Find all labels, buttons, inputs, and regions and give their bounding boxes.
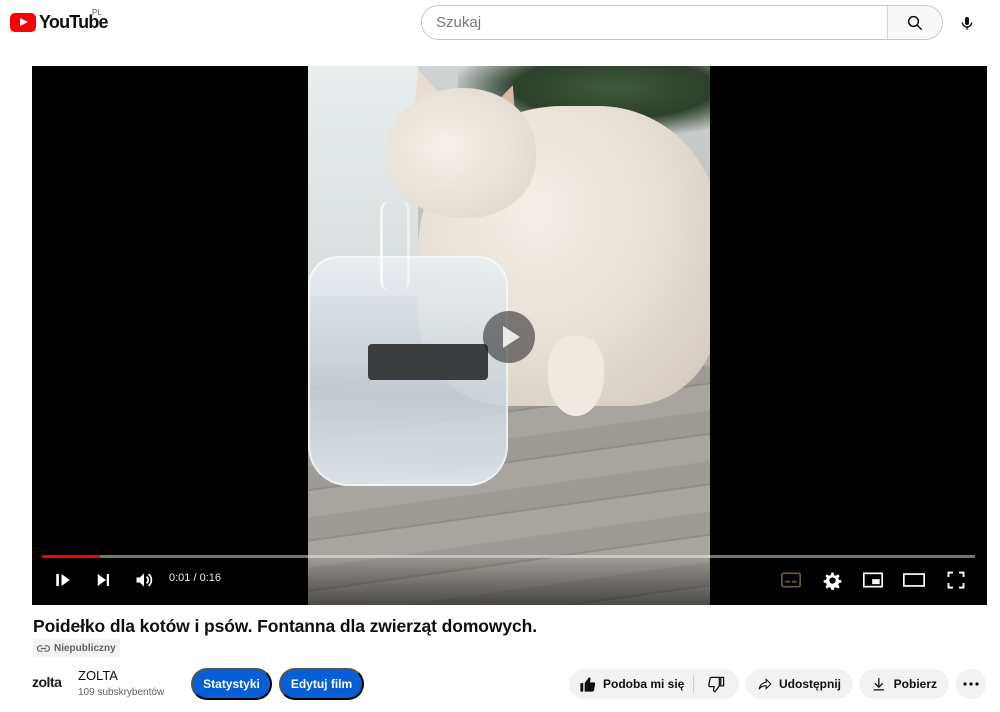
subscriber-count: 109 subskrybentów (78, 687, 165, 698)
subtitles-button[interactable] (776, 565, 806, 595)
visibility-label: Niepubliczny (54, 642, 116, 654)
country-code: PL (92, 8, 102, 17)
time-current: 0:01 (169, 572, 191, 584)
more-horizontal-icon (963, 682, 979, 686)
next-button[interactable] (88, 565, 118, 595)
progress-fill (42, 555, 101, 558)
theater-mode-icon (903, 573, 925, 587)
skip-next-icon (97, 574, 109, 586)
more-actions-button[interactable] (956, 669, 986, 699)
time-display: 0:01 / 0:16 (169, 572, 221, 584)
visibility-badge: Niepubliczny (33, 639, 120, 657)
miniplayer-button[interactable] (858, 565, 888, 595)
statistics-button[interactable]: Statystyki (191, 668, 272, 700)
edit-video-button[interactable]: Edytuj film (279, 668, 364, 700)
subtitles-icon (781, 572, 801, 588)
like-dislike-group: Podoba mi się (569, 669, 739, 699)
gear-icon (823, 572, 841, 590)
dislike-button[interactable] (694, 669, 739, 699)
player-controls: 0:01 / 0:16 (32, 553, 987, 605)
fullscreen-button[interactable] (941, 565, 971, 595)
microphone-icon (961, 17, 973, 30)
like-label: Podoba mi się (603, 677, 685, 691)
settings-button[interactable] (817, 565, 847, 595)
theater-mode-button[interactable] (899, 565, 929, 595)
share-label: Udostępnij (779, 677, 841, 691)
fullscreen-icon (947, 571, 965, 589)
time-separator: / (190, 572, 200, 584)
center-play-button[interactable] (483, 311, 535, 363)
video-title: Poidełko dla kotów i psów. Fontanna dla … (33, 616, 538, 636)
thumbs-up-icon (580, 676, 596, 692)
channel-name[interactable]: ZOLTA (78, 668, 118, 683)
voice-search-button[interactable] (951, 7, 983, 39)
share-icon (758, 678, 772, 690)
volume-icon (136, 573, 153, 587)
channel-avatar[interactable]: zolta (32, 674, 62, 690)
volume-button[interactable] (129, 565, 159, 595)
play-pause-icon (56, 574, 70, 586)
frame-filter (368, 344, 488, 380)
time-total: 0:16 (199, 572, 222, 584)
frame-cat-leg (548, 336, 604, 416)
download-label: Pobierz (893, 677, 937, 691)
video-player[interactable]: 0:01 / 0:16 (32, 66, 987, 605)
miniplayer-icon (863, 572, 883, 588)
progress-bar[interactable] (42, 555, 975, 558)
youtube-play-icon (10, 12, 36, 32)
download-button[interactable]: Pobierz (859, 669, 949, 699)
share-button[interactable]: Udostępnij (746, 669, 853, 699)
frame-cat-head (386, 88, 536, 218)
search-input[interactable] (422, 6, 887, 39)
search-icon (907, 15, 923, 30)
thumbs-down-icon (708, 676, 725, 692)
search-button[interactable] (887, 6, 942, 39)
like-button[interactable]: Podoba mi się (569, 669, 693, 699)
link-icon (37, 644, 50, 652)
search-box (421, 5, 943, 40)
download-icon (873, 678, 885, 691)
play-pause-button[interactable] (48, 565, 78, 595)
top-bar: YouTube PL (0, 0, 1000, 46)
frame-water-stream (380, 201, 410, 291)
